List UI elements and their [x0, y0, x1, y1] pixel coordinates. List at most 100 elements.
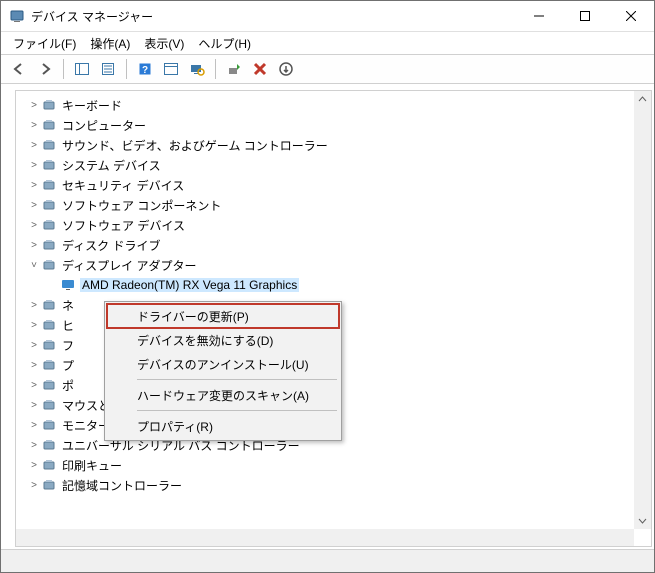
properties-button[interactable]: [96, 57, 120, 81]
expand-toggle-icon[interactable]: ˃: [26, 100, 42, 111]
tree-item[interactable]: ˃ サウンド、ビデオ、およびゲーム コントローラー: [16, 135, 634, 155]
vertical-scrollbar[interactable]: [634, 91, 651, 529]
tree-item-label: AMD Radeon(TM) RX Vega 11 Graphics: [80, 278, 299, 292]
tree-item-label: 印刷キュー: [62, 457, 122, 474]
expand-toggle-icon[interactable]: ˃: [26, 120, 42, 131]
expand-toggle-icon[interactable]: ˃: [26, 480, 42, 491]
device-category-icon: [42, 377, 58, 393]
tree-item-label: ディスプレイ アダプター: [62, 257, 197, 274]
expand-toggle-icon[interactable]: ˃: [26, 200, 42, 211]
back-button[interactable]: [7, 57, 31, 81]
window-title: デバイス マネージャー: [31, 8, 516, 25]
tree-item-label: ポ: [62, 377, 74, 394]
horizontal-scrollbar[interactable]: [16, 529, 634, 546]
scroll-up-icon[interactable]: [634, 91, 651, 108]
tree-item[interactable]: ˅ ディスプレイ アダプター: [16, 255, 634, 275]
expand-toggle-icon[interactable]: ˃: [26, 400, 42, 411]
device-manager-window: デバイス マネージャー ファイル(F) 操作(A) 表示(V) ヘルプ(H) ?: [0, 0, 655, 573]
device-category-icon: [42, 357, 58, 373]
tree-item-label: ソフトウェア デバイス: [62, 217, 185, 234]
menu-help[interactable]: ヘルプ(H): [192, 33, 257, 54]
content-area: ˃キーボード˃コンピューター˃サウンド、ビデオ、およびゲーム コントローラー˃シ…: [1, 84, 654, 549]
uninstall-button[interactable]: [248, 57, 272, 81]
toolbar: ?: [1, 54, 654, 84]
svg-text:?: ?: [142, 65, 148, 76]
tree-item-child-selected[interactable]: AMD Radeon(TM) RX Vega 11 Graphics: [16, 275, 634, 295]
tree-item-label: フ: [62, 337, 74, 354]
action-list-button[interactable]: [159, 57, 183, 81]
expand-toggle-icon[interactable]: ˃: [26, 240, 42, 251]
device-category-icon: [42, 437, 58, 453]
device-category-icon: [42, 197, 58, 213]
tree-item[interactable]: ˃ ソフトウェア デバイス: [16, 215, 634, 235]
scroll-track[interactable]: [634, 108, 651, 512]
expand-toggle-icon[interactable]: ˃: [26, 420, 42, 431]
expand-toggle-icon[interactable]: ˃: [26, 360, 42, 371]
expand-toggle-icon[interactable]: ˃: [26, 380, 42, 391]
expand-toggle-icon[interactable]: ˃: [26, 320, 42, 331]
context-menu: ドライバーの更新(P)デバイスを無効にする(D)デバイスのアンインストール(U)…: [104, 301, 342, 441]
device-category-icon: [42, 137, 58, 153]
menu-view[interactable]: 表示(V): [138, 33, 190, 54]
expand-toggle-icon[interactable]: ˃: [26, 160, 42, 171]
context-menu-separator: [137, 410, 337, 411]
device-category-icon: [42, 97, 58, 113]
tree-item[interactable]: ˃ソフトウェア コンポーネント: [16, 195, 634, 215]
tree-item[interactable]: ˃ ディスク ドライブ: [16, 235, 634, 255]
tree-item-label: ネ: [62, 297, 74, 314]
tree-item[interactable]: ˃ 印刷キュー: [16, 455, 634, 475]
device-category-icon: [42, 417, 58, 433]
toolbar-separator: [63, 59, 64, 79]
update-driver-button[interactable]: [222, 57, 246, 81]
tree-item-label: 記憶域コントローラー: [62, 477, 182, 494]
menu-file[interactable]: ファイル(F): [7, 33, 82, 54]
device-category-icon: [42, 297, 58, 313]
tree-item-label: モニター: [62, 417, 110, 434]
tree-item[interactable]: ˃システム デバイス: [16, 155, 634, 175]
expand-toggle-icon[interactable]: ˃: [26, 140, 42, 151]
context-menu-item[interactable]: ハードウェア変更のスキャン(A): [107, 383, 339, 407]
minimize-button[interactable]: [516, 1, 562, 31]
tree-item-label: ディスク ドライブ: [62, 237, 161, 254]
expand-toggle-icon[interactable]: ˃: [26, 300, 42, 311]
tree-item[interactable]: ˃ 記憶域コントローラー: [16, 475, 634, 495]
device-category-icon: [42, 317, 58, 333]
scroll-down-icon[interactable]: [634, 512, 651, 529]
disable-button[interactable]: [274, 57, 298, 81]
help-button[interactable]: ?: [133, 57, 157, 81]
context-menu-item[interactable]: デバイスを無効にする(D): [107, 328, 339, 352]
expand-toggle-icon[interactable]: ˃: [26, 440, 42, 451]
expand-toggle-icon[interactable]: ˃: [26, 340, 42, 351]
menu-action[interactable]: 操作(A): [84, 33, 136, 54]
device-category-icon: [42, 337, 58, 353]
titlebar: デバイス マネージャー: [1, 1, 654, 32]
scan-hardware-button[interactable]: [185, 57, 209, 81]
maximize-button[interactable]: [562, 1, 608, 31]
tree-item[interactable]: ˃ セキュリティ デバイス: [16, 175, 634, 195]
device-category-icon: [42, 257, 58, 273]
context-menu-item[interactable]: プロパティ(R): [107, 414, 339, 438]
device-category-icon: [42, 117, 58, 133]
tree-scroll-pane: ˃キーボード˃コンピューター˃サウンド、ビデオ、およびゲーム コントローラー˃シ…: [15, 90, 652, 547]
expand-toggle-icon[interactable]: ˃: [26, 460, 42, 471]
device-category-icon: [42, 397, 58, 413]
close-button[interactable]: [608, 1, 654, 31]
toolbar-separator: [215, 59, 216, 79]
expand-toggle-icon[interactable]: ˃: [26, 220, 42, 231]
context-menu-separator: [137, 379, 337, 380]
device-category-icon: [42, 157, 58, 173]
device-category-icon: [42, 237, 58, 253]
expand-toggle-icon[interactable]: ˅: [26, 260, 42, 271]
expand-toggle-icon[interactable]: ˃: [26, 180, 42, 191]
context-menu-item[interactable]: デバイスのアンインストール(U): [107, 352, 339, 376]
device-category-icon: [42, 217, 58, 233]
tree-item[interactable]: ˃キーボード: [16, 95, 634, 115]
tree-item-label: セキュリティ デバイス: [62, 177, 184, 194]
show-hide-console-tree-button[interactable]: [70, 57, 94, 81]
forward-button[interactable]: [33, 57, 57, 81]
tree-item-label: サウンド、ビデオ、およびゲーム コントローラー: [62, 137, 328, 154]
tree-item-label: ヒ: [62, 317, 74, 334]
tree-item[interactable]: ˃コンピューター: [16, 115, 634, 135]
display-adapter-icon: [60, 277, 76, 293]
context-menu-item[interactable]: ドライバーの更新(P): [107, 304, 339, 328]
